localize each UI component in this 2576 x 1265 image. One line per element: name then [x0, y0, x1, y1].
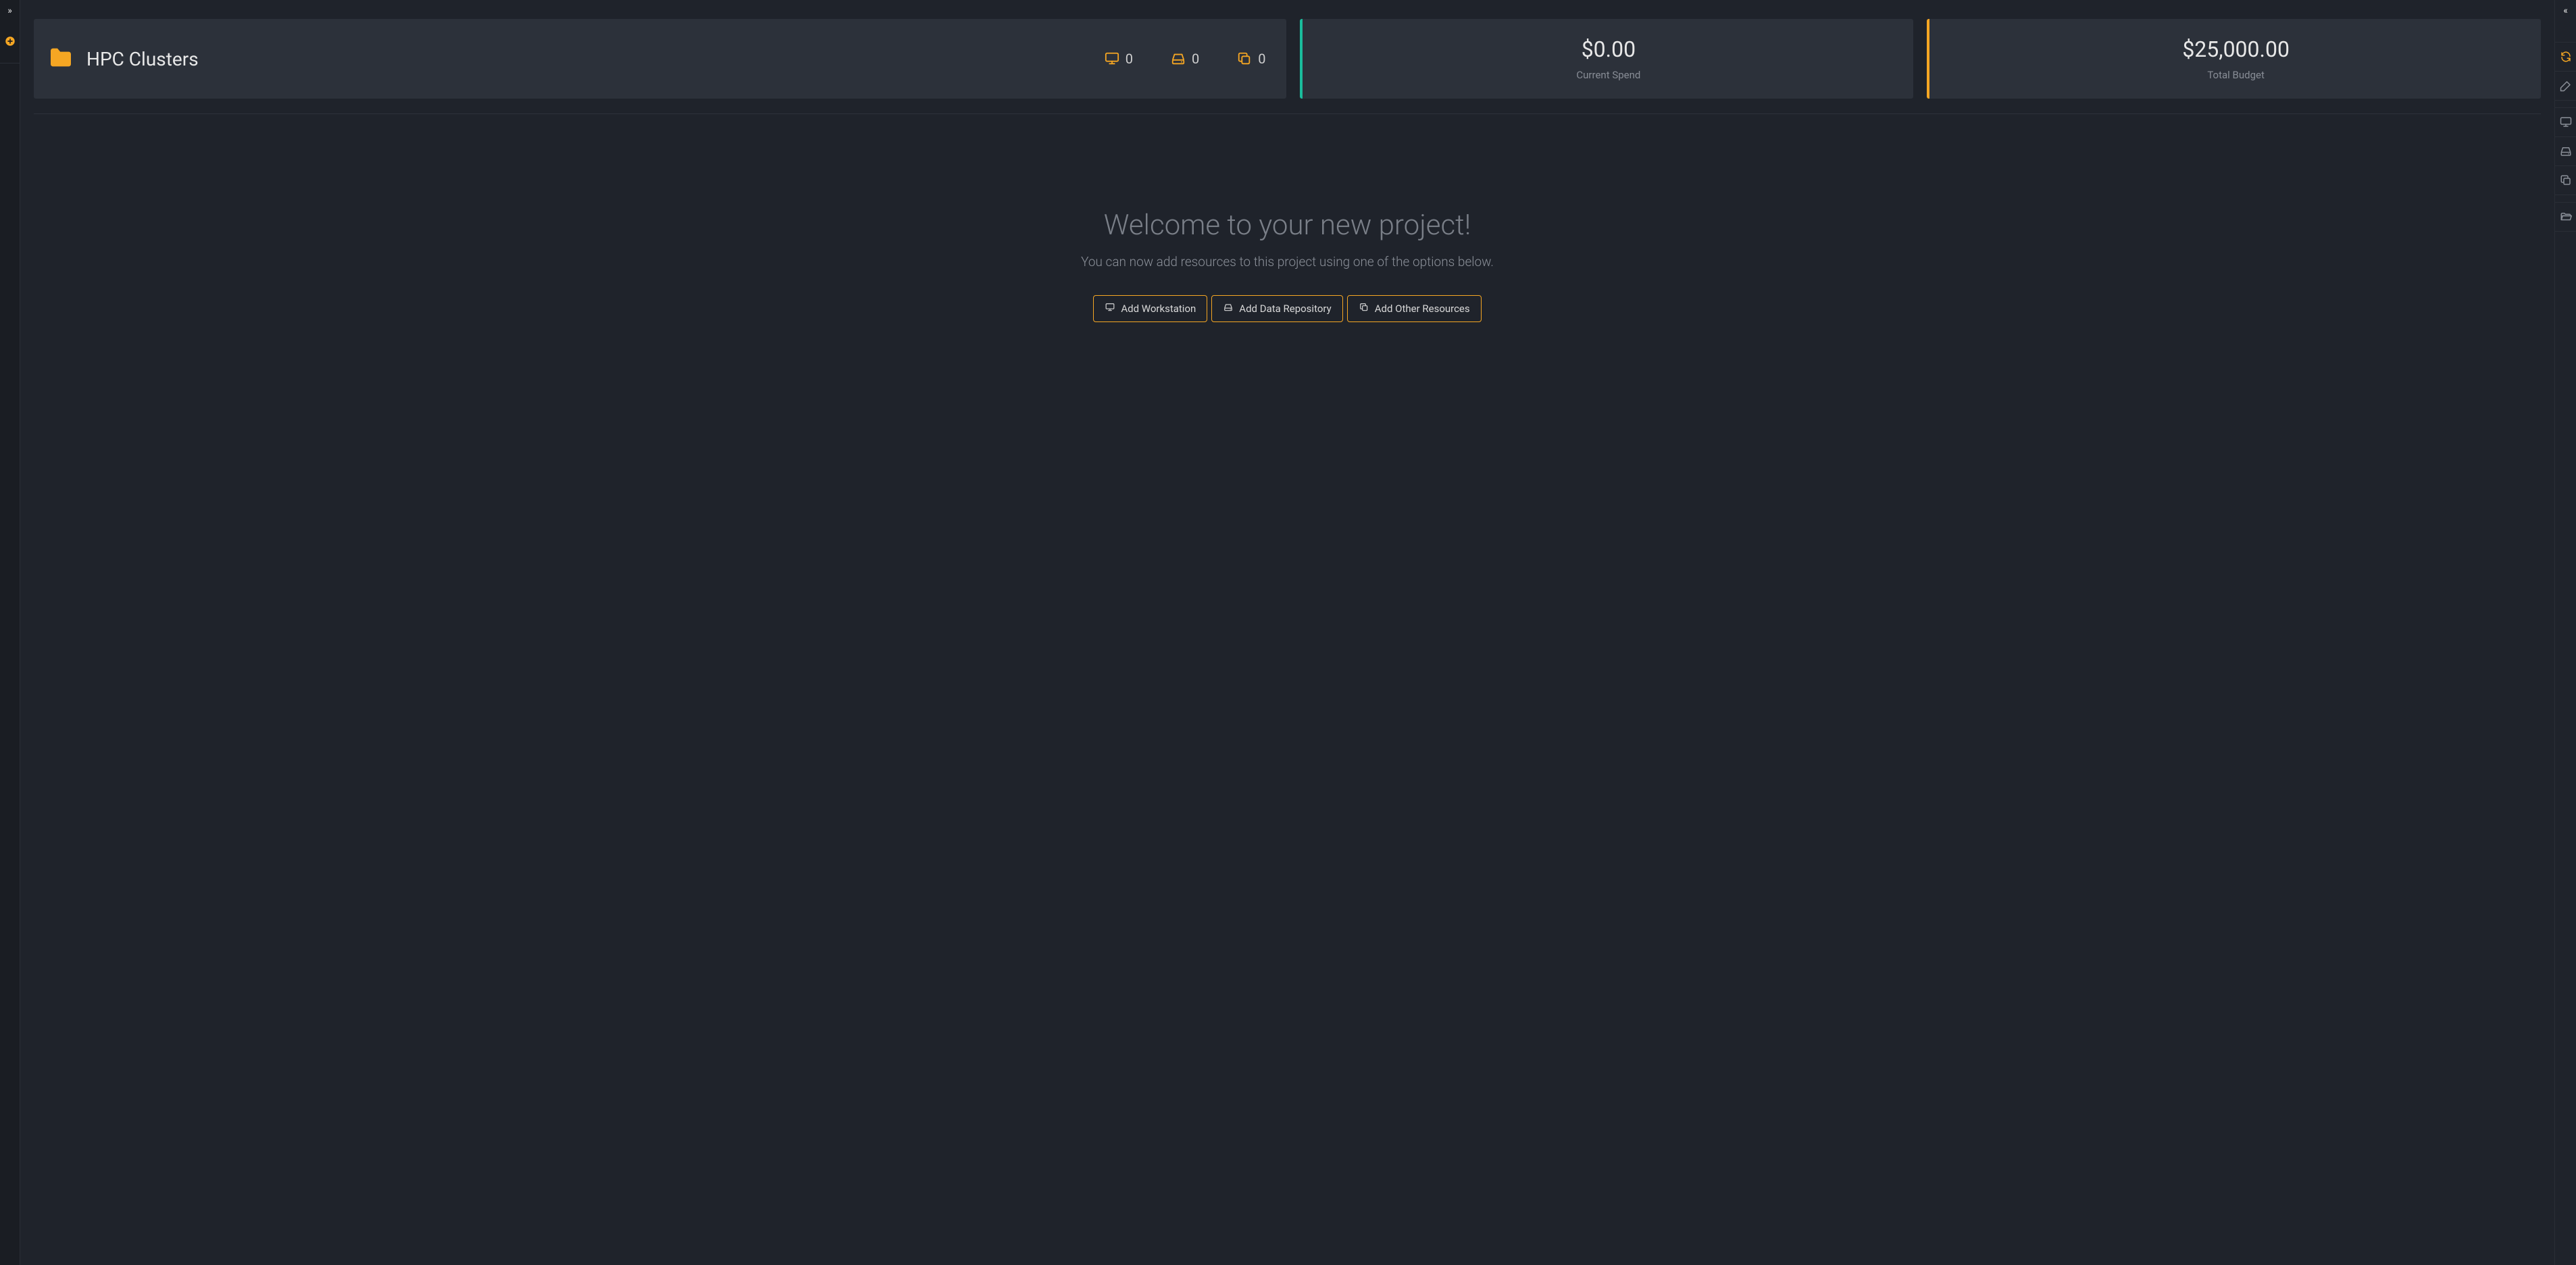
summary-cards-row: HPC Clusters 0 0 0 [34, 19, 2541, 114]
total-budget-label: Total Budget [2207, 69, 2265, 81]
other-count-value: 0 [1258, 51, 1265, 67]
workstation-count-value: 0 [1126, 51, 1133, 67]
monitor-icon [2555, 116, 2576, 128]
spend-accent-bar [1300, 19, 1303, 99]
folder-open-icon [2555, 211, 2576, 223]
other-count: 0 [1236, 51, 1265, 67]
drive-icon [1170, 51, 1186, 66]
workstations-nav[interactable] [2555, 107, 2576, 137]
repositories-nav[interactable] [2555, 137, 2576, 166]
main-content: HPC Clusters 0 0 0 [20, 0, 2554, 1265]
edit-button[interactable] [2555, 72, 2576, 101]
plus-circle-icon [4, 36, 16, 51]
add-other-resources-label: Add Other Resources [1375, 303, 1470, 315]
drive-icon [1223, 303, 1234, 315]
current-spend-label: Current Spend [1576, 69, 1640, 81]
copy-icon [1359, 303, 1369, 315]
add-new-button[interactable] [0, 22, 20, 63]
welcome-subheading: You can now add resources to this projec… [34, 254, 2541, 269]
repository-count-value: 0 [1192, 51, 1199, 67]
monitor-icon [1104, 51, 1120, 66]
files-nav[interactable] [2555, 202, 2576, 232]
folder-icon [46, 44, 76, 74]
current-spend-card: $0.00 Current Spend [1300, 19, 1914, 99]
welcome-heading: Welcome to your new project! [34, 209, 2541, 242]
monitor-icon [1105, 303, 1115, 315]
project-title: HPC Clusters [86, 48, 199, 70]
repository-count: 0 [1170, 51, 1199, 67]
right-sidebar: « [2554, 0, 2576, 1265]
add-workstation-label: Add Workstation [1121, 303, 1196, 315]
left-sidebar: » [0, 0, 20, 1265]
add-data-repository-label: Add Data Repository [1239, 303, 1331, 315]
refresh-icon [2555, 51, 2576, 63]
copy-icon [2555, 174, 2576, 186]
drive-icon [2555, 145, 2576, 157]
total-budget-amount: $25,000.00 [2182, 36, 2290, 62]
chevrons-left-icon: « [2563, 5, 2568, 16]
project-card: HPC Clusters 0 0 0 [34, 19, 1286, 99]
add-other-resources-button[interactable]: Add Other Resources [1347, 295, 1482, 322]
welcome-section: Welcome to your new project! You can now… [34, 209, 2541, 322]
add-data-repository-button[interactable]: Add Data Repository [1211, 295, 1342, 322]
other-resources-nav[interactable] [2555, 166, 2576, 195]
refresh-button[interactable] [2555, 42, 2576, 72]
total-budget-card: $25,000.00 Total Budget [1927, 19, 2541, 99]
budget-accent-bar [1927, 19, 1929, 99]
add-workstation-button[interactable]: Add Workstation [1093, 295, 1207, 322]
copy-icon [1236, 51, 1253, 66]
chevrons-right-icon: » [7, 5, 12, 16]
expand-sidebar-button[interactable]: » [7, 0, 12, 22]
current-spend-amount: $0.00 [1582, 36, 1636, 62]
workstation-count: 0 [1104, 51, 1133, 67]
collapse-sidebar-button[interactable]: « [2555, 0, 2576, 22]
pencil-icon [2555, 80, 2576, 92]
